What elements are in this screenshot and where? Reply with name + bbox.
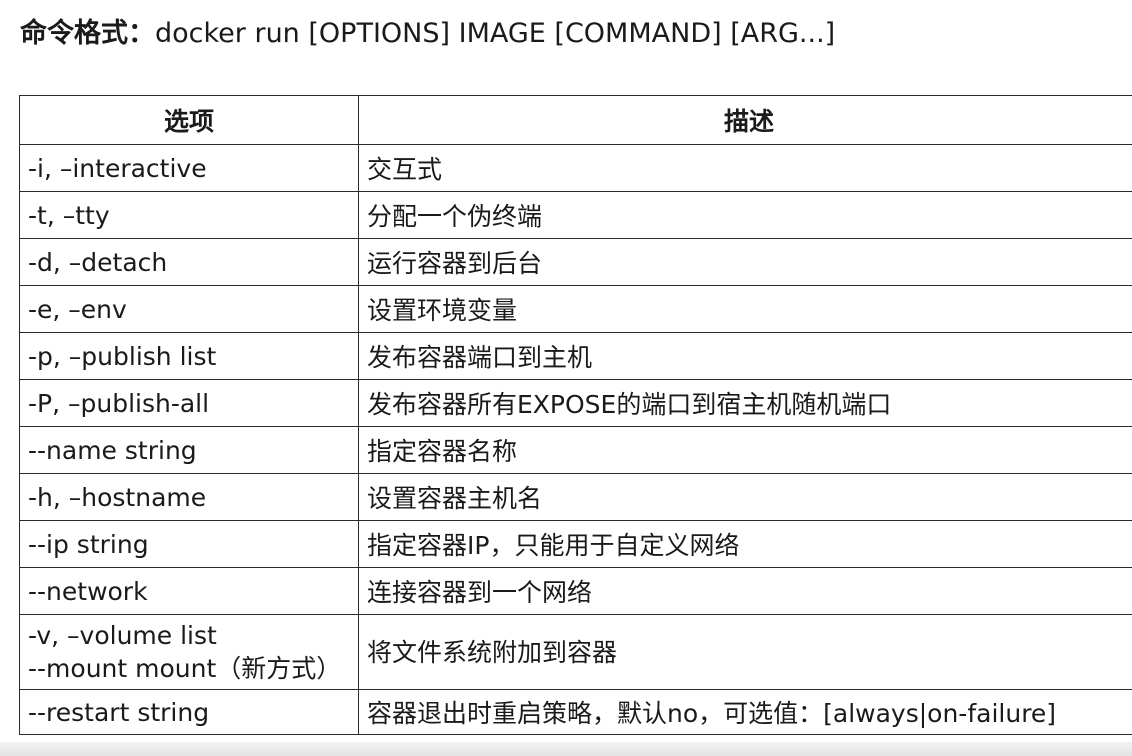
table-row: --ip string 指定容器IP，只能用于自定义网络 xyxy=(19,520,1132,568)
option-cell: --network xyxy=(19,567,359,615)
table-row: -P, –publish-all 发布容器所有EXPOSE的端口到宿主机随机端口 xyxy=(19,379,1132,427)
description-cell: 发布容器端口到主机 xyxy=(358,332,1132,380)
option-cell: --ip string xyxy=(19,520,359,568)
option-cell: -P, –publish-all xyxy=(19,379,359,427)
table-row: -e, –env 设置环境变量 xyxy=(19,285,1132,333)
description-cell: 指定容器名称 xyxy=(358,426,1132,474)
table-row: -v, –volume list --mount mount（新方式） 将文件系… xyxy=(19,614,1132,690)
column-header-description: 描述 xyxy=(358,95,1132,145)
page: 命令格式：docker run [OPTIONS] IMAGE [COMMAND… xyxy=(0,0,1132,756)
table-row: -t, –tty 分配一个伪终端 xyxy=(19,191,1132,239)
option-cell: --name string xyxy=(19,426,359,474)
table-row: --network 连接容器到一个网络 xyxy=(19,567,1132,615)
description-cell: 将文件系统附加到容器 xyxy=(358,614,1132,690)
option-cell: -i, –interactive xyxy=(19,144,359,192)
description-cell: 指定容器IP，只能用于自定义网络 xyxy=(358,520,1132,568)
options-table: 选项 描述 -i, –interactive 交互式 -t, –tty 分配一个… xyxy=(19,95,1132,735)
option-cell: -t, –tty xyxy=(19,191,359,239)
description-cell: 交互式 xyxy=(358,144,1132,192)
option-cell: -d, –detach xyxy=(19,238,359,286)
description-cell: 设置环境变量 xyxy=(358,285,1132,333)
option-cell: -p, –publish list xyxy=(19,332,359,380)
table-row: -d, –detach 运行容器到后台 xyxy=(19,238,1132,286)
option-cell: -v, –volume list --mount mount（新方式） xyxy=(19,614,359,690)
table-row: -h, –hostname 设置容器主机名 xyxy=(19,473,1132,521)
table-row: -p, –publish list 发布容器端口到主机 xyxy=(19,332,1132,380)
command-syntax: docker run [OPTIONS] IMAGE [COMMAND] [AR… xyxy=(155,18,836,49)
table-row: -i, –interactive 交互式 xyxy=(19,144,1132,192)
command-format-heading: 命令格式：docker run [OPTIONS] IMAGE [COMMAND… xyxy=(20,14,835,54)
option-cell: -e, –env xyxy=(19,285,359,333)
description-cell: 连接容器到一个网络 xyxy=(358,567,1132,615)
option-cell: --restart string xyxy=(19,689,359,735)
command-format-label: 命令格式： xyxy=(20,18,155,49)
description-cell: 发布容器所有EXPOSE的端口到宿主机随机端口 xyxy=(358,379,1132,427)
table-header-row: 选项 描述 xyxy=(19,95,1132,145)
description-cell: 容器退出时重启策略，默认no，可选值：[always|on-failure] xyxy=(358,689,1132,735)
option-line: -v, –volume list xyxy=(28,621,217,650)
option-line: --mount mount（新方式） xyxy=(28,654,342,683)
option-cell: -h, –hostname xyxy=(19,473,359,521)
table-row: --restart string 容器退出时重启策略，默认no，可选值：[alw… xyxy=(19,689,1132,735)
description-cell: 设置容器主机名 xyxy=(358,473,1132,521)
table-row: --name string 指定容器名称 xyxy=(19,426,1132,474)
column-header-option: 选项 xyxy=(19,95,359,145)
description-cell: 运行容器到后台 xyxy=(358,238,1132,286)
bottom-edge xyxy=(0,742,1132,756)
description-cell: 分配一个伪终端 xyxy=(358,191,1132,239)
